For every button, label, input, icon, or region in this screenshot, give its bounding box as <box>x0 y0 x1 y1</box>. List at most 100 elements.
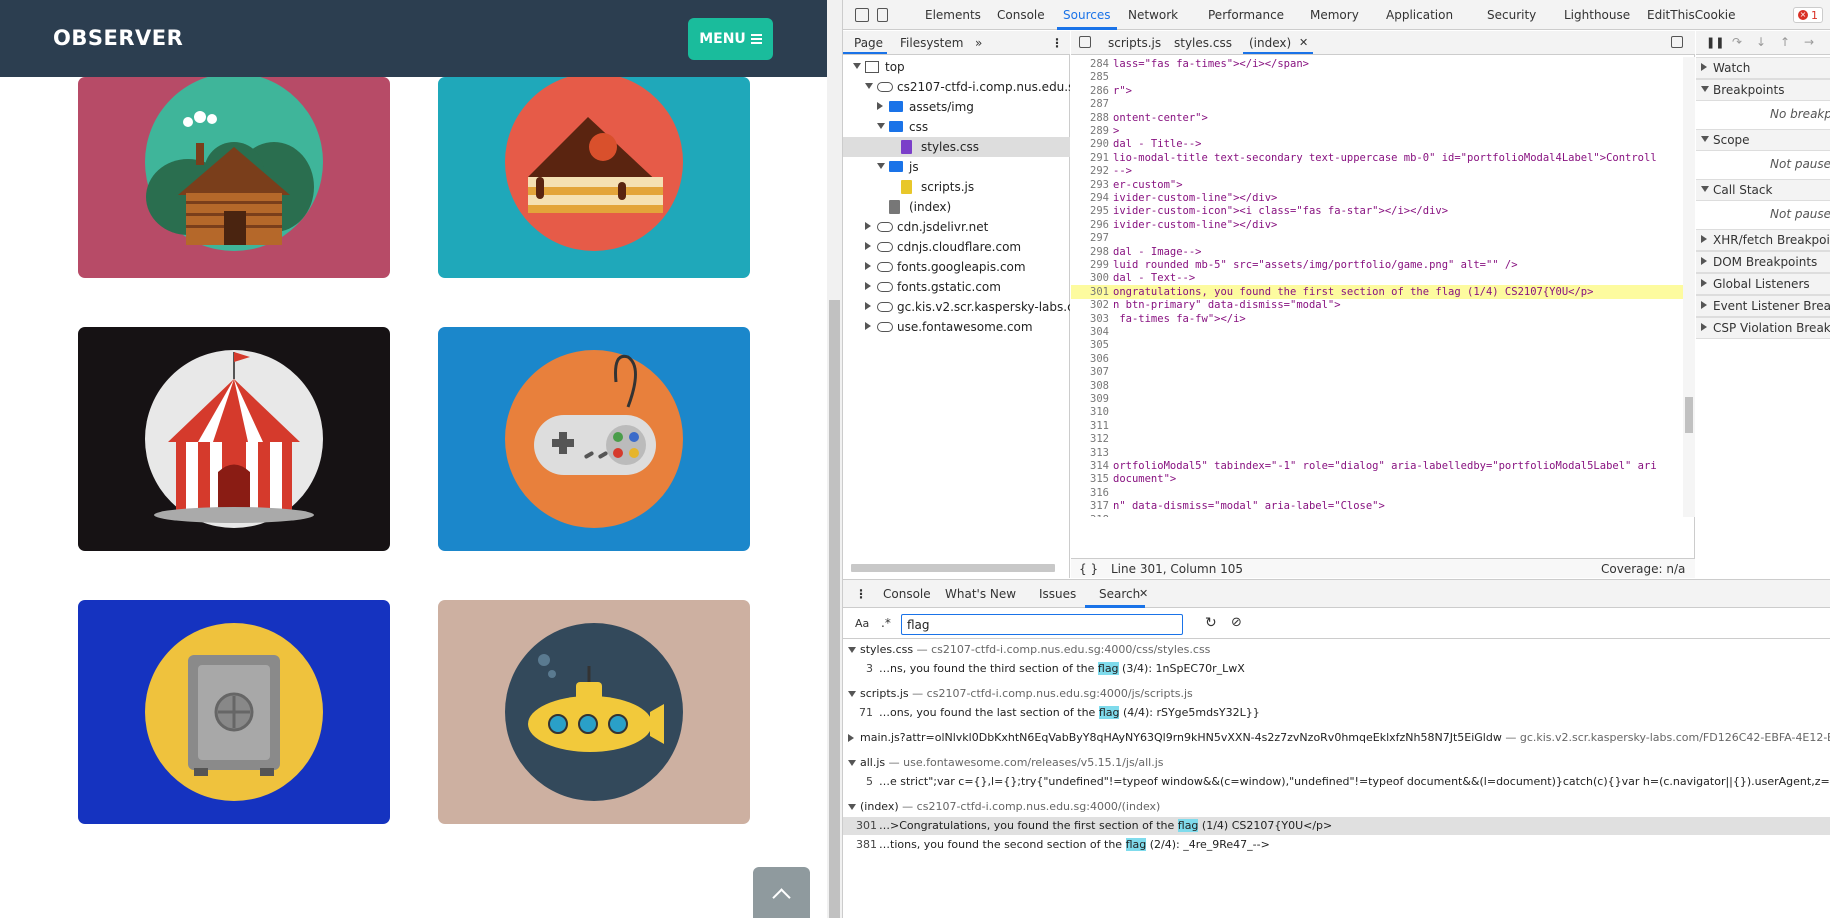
line-number[interactable]: 286 <box>1071 84 1109 98</box>
drawer-tab-search[interactable]: Search <box>1099 587 1140 601</box>
step-into-icon[interactable]: ↓ <box>1756 35 1766 49</box>
expanded-arrow-icon[interactable] <box>853 63 861 69</box>
expanded-arrow-icon[interactable] <box>848 760 856 766</box>
code-line[interactable]: 291 lio-modal-title text-secondary text-u… <box>1071 151 1683 165</box>
code-view[interactable]: 284 lass="fas fa-times"></i></span> 285 286… <box>1071 57 1683 517</box>
line-number[interactable]: 294 <box>1071 191 1109 205</box>
tab-security[interactable]: Security <box>1487 8 1536 22</box>
search-result-line[interactable]: 71 …ons, you found the last section of th… <box>843 704 1830 722</box>
close-tab-icon[interactable]: ✕ <box>1299 36 1308 49</box>
match-case-toggle[interactable]: Aa <box>855 617 869 630</box>
code-line[interactable]: 315 document"> <box>1071 472 1683 486</box>
kebab-menu-icon[interactable]: ⋮ <box>1051 36 1063 50</box>
expanded-arrow-icon[interactable] <box>877 163 885 169</box>
line-number[interactable]: 300 <box>1071 271 1109 285</box>
editor-tab-index[interactable]: (index) <box>1249 36 1291 50</box>
search-result-file[interactable]: main.js?attr=olNlvkl0DbKxhtN6EqVabByY8qH… <box>843 729 1830 747</box>
code-line[interactable]: 317 n" data-dismiss="modal" aria-label="C… <box>1071 499 1683 513</box>
close-search-icon[interactable]: ✕ <box>1139 587 1148 600</box>
code-line[interactable]: 302 n btn-primary" data-dismiss="modal"> <box>1071 298 1683 312</box>
tree-item[interactable]: js <box>843 157 1070 177</box>
collapsed-arrow-icon[interactable] <box>865 282 871 290</box>
debugger-section-header[interactable]: Scope <box>1696 129 1830 151</box>
code-line[interactable]: 316 <box>1071 486 1683 500</box>
line-number[interactable]: 312 <box>1071 432 1109 446</box>
site-scrollbar-thumb[interactable] <box>829 300 840 918</box>
code-line[interactable]: 293 er-custom"> <box>1071 178 1683 192</box>
line-number[interactable]: 317 <box>1071 499 1109 513</box>
code-line[interactable]: 307 <box>1071 365 1683 379</box>
tab-elements[interactable]: Elements <box>925 8 981 22</box>
drawer-tab-issues[interactable]: Issues <box>1039 587 1076 601</box>
debugger-section-header[interactable]: Event Listener Breakpoints <box>1696 295 1830 317</box>
clear-icon[interactable]: ⊘ <box>1231 615 1242 630</box>
more-tabs-icon[interactable]: » <box>975 36 982 50</box>
line-number[interactable]: 302 <box>1071 298 1109 312</box>
portfolio-item-cake[interactable] <box>438 77 750 278</box>
search-result-line[interactable]: 3 …ns, you found the third section of the… <box>843 660 1830 678</box>
tab-console[interactable]: Console <box>997 8 1045 22</box>
collapsed-arrow-icon[interactable] <box>865 222 871 230</box>
code-line[interactable]: 303 fa-times fa-fw"></i> <box>1071 312 1683 326</box>
error-count-badge[interactable]: × 1 <box>1793 7 1823 23</box>
collapsed-arrow-icon[interactable] <box>865 242 871 250</box>
editor-tab-scripts[interactable]: scripts.js <box>1108 36 1161 50</box>
debugger-section-header[interactable]: Global Listeners <box>1696 273 1830 295</box>
toggle-navigator-icon[interactable] <box>1079 36 1091 48</box>
code-line[interactable]: 290 dal - Title--> <box>1071 137 1683 151</box>
line-number[interactable]: 288 <box>1071 111 1109 125</box>
collapsed-arrow-icon[interactable] <box>865 302 871 310</box>
collapsed-arrow-icon[interactable] <box>1701 323 1707 331</box>
code-line[interactable]: 304 <box>1071 325 1683 339</box>
search-result-line[interactable]: 5 …e strict";var c={},l={};try{"undefined… <box>843 773 1830 791</box>
portfolio-item-circus[interactable] <box>78 327 390 551</box>
expanded-arrow-icon[interactable] <box>1701 86 1709 92</box>
code-line[interactable]: 289 > <box>1071 124 1683 138</box>
line-number[interactable]: 293 <box>1071 178 1109 192</box>
collapsed-arrow-icon[interactable] <box>1701 235 1707 243</box>
regex-toggle[interactable]: .* <box>881 616 891 630</box>
collapsed-arrow-icon[interactable] <box>865 322 871 330</box>
line-number[interactable]: 318 <box>1071 513 1109 517</box>
tab-performance[interactable]: Performance <box>1208 8 1284 22</box>
code-line[interactable]: 312 <box>1071 432 1683 446</box>
expanded-arrow-icon[interactable] <box>848 691 856 697</box>
code-line[interactable]: 298 dal - Image--> <box>1071 245 1683 259</box>
refresh-icon[interactable]: ↻ <box>1205 615 1217 631</box>
tab-sources[interactable]: Sources <box>1063 8 1110 22</box>
pretty-print-icon[interactable]: { } <box>1079 562 1098 576</box>
tab-application[interactable]: Application <box>1386 8 1453 22</box>
code-line[interactable]: 294 ivider-custom-line"></div> <box>1071 191 1683 205</box>
step-out-icon[interactable]: ↑ <box>1780 35 1790 49</box>
debugger-section-header[interactable]: Watch <box>1696 57 1830 79</box>
search-result-file[interactable]: styles.css — cs2107-ctfd-i.comp.nus.edu.… <box>843 641 1830 659</box>
line-number[interactable]: 297 <box>1071 231 1109 245</box>
editor-tab-styles[interactable]: styles.css <box>1174 36 1232 50</box>
expanded-arrow-icon[interactable] <box>877 123 885 129</box>
line-number[interactable]: 308 <box>1071 379 1109 393</box>
line-number[interactable]: 311 <box>1071 419 1109 433</box>
debugger-section-header[interactable]: Call Stack <box>1696 179 1830 201</box>
drawer-tab-whats-new[interactable]: What's New <box>945 587 1016 601</box>
debugger-section-header[interactable]: DOM Breakpoints <box>1696 251 1830 273</box>
step-icon[interactable]: → <box>1804 35 1814 49</box>
line-number[interactable]: 296 <box>1071 218 1109 232</box>
line-number[interactable]: 313 <box>1071 446 1109 460</box>
line-number[interactable]: 285 <box>1071 70 1109 84</box>
code-line[interactable]: 305 <box>1071 338 1683 352</box>
code-line[interactable]: 300 dal - Text--> <box>1071 271 1683 285</box>
code-line[interactable]: 310 <box>1071 405 1683 419</box>
tree-item[interactable]: (index) <box>843 197 1070 217</box>
navigator-tab-page[interactable]: Page <box>854 36 883 50</box>
expanded-arrow-icon[interactable] <box>1701 136 1709 142</box>
collapsed-arrow-icon[interactable] <box>1701 257 1707 265</box>
code-line[interactable]: 309 <box>1071 392 1683 406</box>
tree-item[interactable]: fonts.googleapis.com <box>843 257 1070 277</box>
line-number[interactable]: 289 <box>1071 124 1109 138</box>
code-line[interactable]: 287 <box>1071 97 1683 111</box>
step-over-icon[interactable]: ↷ <box>1732 35 1742 49</box>
line-number[interactable]: 304 <box>1071 325 1109 339</box>
code-line[interactable]: 292 --> <box>1071 164 1683 178</box>
code-line[interactable]: 301 ongratulations, you found the first s… <box>1071 284 1683 299</box>
portfolio-item-submarine[interactable] <box>438 600 750 824</box>
